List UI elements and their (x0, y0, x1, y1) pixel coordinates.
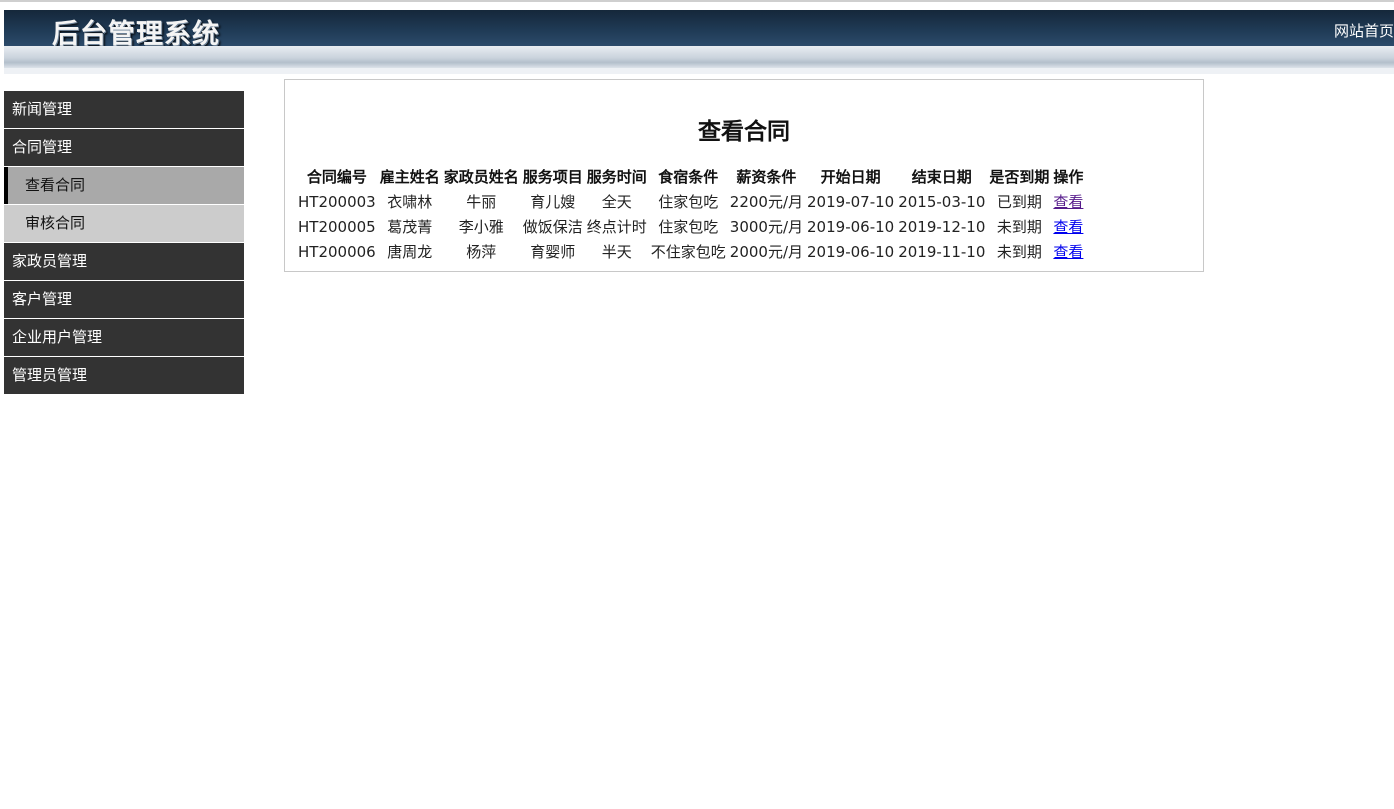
table-row: HT200003 衣啸林 牛丽 育儿嫂 全天 住家包吃 2200元/月 2019… (296, 189, 1085, 214)
cell-service: 育儿嫂 (530, 193, 576, 211)
cell-action: 查看 (1051, 189, 1085, 214)
sidebar-subitem-view-contracts[interactable]: 查看合同 (4, 167, 244, 204)
cell-employer: 葛茂菁 (387, 218, 433, 236)
site-logo-title: 后台管理系统 (52, 19, 220, 46)
contract-panel: 查看合同 合同编号 雇主姓名 家政员姓名 服务项目 服务时间 食宿条件 薪资条件… (284, 79, 1204, 272)
column-header: 薪资条件 (736, 168, 797, 186)
cell-service-time: 终点计时 (586, 218, 647, 236)
top-border (0, 0, 1394, 2)
cell-end-date: 2019-11-10 (898, 242, 986, 261)
cell-expired: 未到期 (996, 243, 1042, 261)
sidebar-item-news[interactable]: 新闻管理 (4, 91, 244, 128)
cell-service: 育婴师 (530, 243, 576, 261)
column-header: 服务项目 (522, 168, 583, 186)
column-header: 合同编号 (306, 168, 367, 186)
cell-employer: 唐周龙 (387, 243, 433, 261)
view-contract-link[interactable]: 查看 (1053, 193, 1083, 211)
header-subbar-shadow (4, 68, 1394, 74)
column-header: 食宿条件 (658, 168, 719, 186)
column-header: 结束日期 (911, 168, 972, 186)
cell-start-date: 2019-06-10 (807, 217, 895, 236)
sidebar-item-admins[interactable]: 管理员管理 (4, 357, 244, 394)
cell-board: 不住家包吃 (650, 243, 726, 261)
column-header: 雇主姓名 (379, 168, 440, 186)
cell-end-date: 2019-12-10 (898, 217, 986, 236)
cell-contract-id: HT200006 (298, 242, 376, 261)
header-subbar (4, 46, 1394, 68)
cell-expired: 未到期 (996, 218, 1042, 236)
cell-housekeeper: 李小雅 (458, 218, 504, 236)
sidebar: 新闻管理 合同管理 查看合同 审核合同 家政员管理 客户管理 企业用户管理 管理… (4, 91, 244, 395)
cell-expired: 已到期 (996, 193, 1042, 211)
column-header: 开始日期 (820, 168, 881, 186)
sidebar-item-enterprise-users[interactable]: 企业用户管理 (4, 319, 244, 356)
cell-action: 查看 (1051, 239, 1085, 264)
cell-housekeeper: 杨萍 (466, 243, 497, 261)
cell-start-date: 2019-06-10 (807, 242, 895, 261)
cell-board: 住家包吃 (658, 218, 719, 236)
table-header-row: 合同编号 雇主姓名 家政员姓名 服务项目 服务时间 食宿条件 薪资条件 开始日期… (296, 164, 1085, 189)
column-header: 操作 (1053, 168, 1084, 186)
column-header: 是否到期 (989, 168, 1050, 186)
column-header: 服务时间 (586, 168, 647, 186)
cell-contract-id: HT200003 (298, 192, 376, 211)
sidebar-item-housekeepers[interactable]: 家政员管理 (4, 243, 244, 280)
header-bar: 后台管理系统 网站首页 (4, 10, 1394, 46)
table-row: HT200006 唐周龙 杨萍 育婴师 半天 不住家包吃 2000元/月 201… (296, 239, 1085, 264)
cell-salary: 3000元/月 (729, 218, 804, 236)
view-contract-link[interactable]: 查看 (1053, 243, 1083, 261)
cell-board: 住家包吃 (658, 193, 719, 211)
cell-salary: 2000元/月 (729, 243, 804, 261)
cell-end-date: 2015-03-10 (898, 192, 986, 211)
cell-service-time: 全天 (601, 193, 632, 211)
column-header: 家政员姓名 (443, 168, 519, 186)
cell-action: 查看 (1051, 214, 1085, 239)
cell-service: 做饭保洁 (522, 218, 583, 236)
cell-start-date: 2019-07-10 (807, 192, 895, 211)
sidebar-item-customers[interactable]: 客户管理 (4, 281, 244, 318)
sidebar-subitem-review-contracts[interactable]: 审核合同 (4, 205, 244, 242)
cell-housekeeper: 牛丽 (466, 193, 497, 211)
home-link[interactable]: 网站首页 (1334, 20, 1394, 41)
cell-service-time: 半天 (601, 243, 632, 261)
contracts-table: 合同编号 雇主姓名 家政员姓名 服务项目 服务时间 食宿条件 薪资条件 开始日期… (296, 164, 1085, 264)
table-row: HT200005 葛茂菁 李小雅 做饭保洁 终点计时 住家包吃 3000元/月 … (296, 214, 1085, 239)
sidebar-item-contracts[interactable]: 合同管理 (4, 129, 244, 166)
cell-contract-id: HT200005 (298, 217, 376, 236)
view-contract-link[interactable]: 查看 (1053, 218, 1083, 236)
page-title: 查看合同 (698, 119, 790, 145)
cell-salary: 2200元/月 (729, 193, 804, 211)
cell-employer: 衣啸林 (387, 193, 433, 211)
